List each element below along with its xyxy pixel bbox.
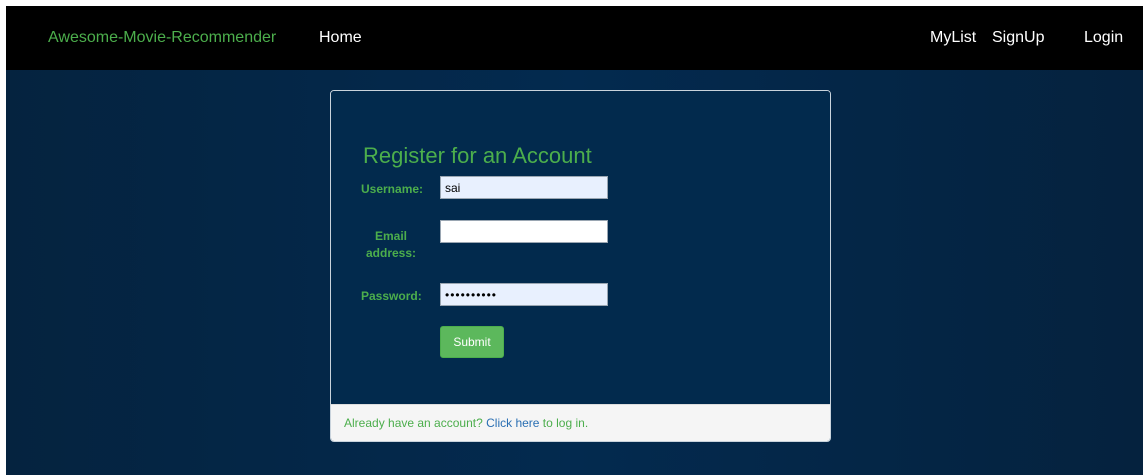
browser-viewport: Awesome-Movie-Recommender Home MyList Si… bbox=[6, 6, 1143, 475]
username-input[interactable] bbox=[440, 176, 608, 199]
register-card-body: Register for an Account Username: Email … bbox=[331, 91, 830, 404]
password-label: Password: bbox=[361, 289, 422, 303]
password-input[interactable] bbox=[440, 283, 608, 306]
footer-text-before: Already have an account? bbox=[344, 416, 487, 430]
nav-signup-link[interactable]: SignUp bbox=[992, 29, 1044, 47]
nav-home-link[interactable]: Home bbox=[319, 29, 362, 47]
login-here-link[interactable]: Click here bbox=[486, 416, 539, 430]
email-input[interactable] bbox=[440, 220, 608, 243]
username-label: Username: bbox=[361, 182, 424, 196]
submit-button[interactable]: Submit bbox=[440, 326, 504, 358]
register-title: Register for an Account bbox=[363, 143, 592, 168]
footer-text-after: to log in. bbox=[539, 416, 589, 430]
nav-mylist-link[interactable]: MyList bbox=[930, 29, 976, 47]
brand-link[interactable]: Awesome-Movie-Recommender bbox=[48, 29, 276, 47]
nav-login-link[interactable]: Login bbox=[1084, 29, 1123, 47]
register-card: Register for an Account Username: Email … bbox=[330, 90, 831, 442]
email-label: Email address: bbox=[365, 229, 417, 260]
navbar: Awesome-Movie-Recommender Home MyList Si… bbox=[6, 6, 1143, 70]
card-footer: Already have an account? Click here to l… bbox=[331, 404, 830, 441]
